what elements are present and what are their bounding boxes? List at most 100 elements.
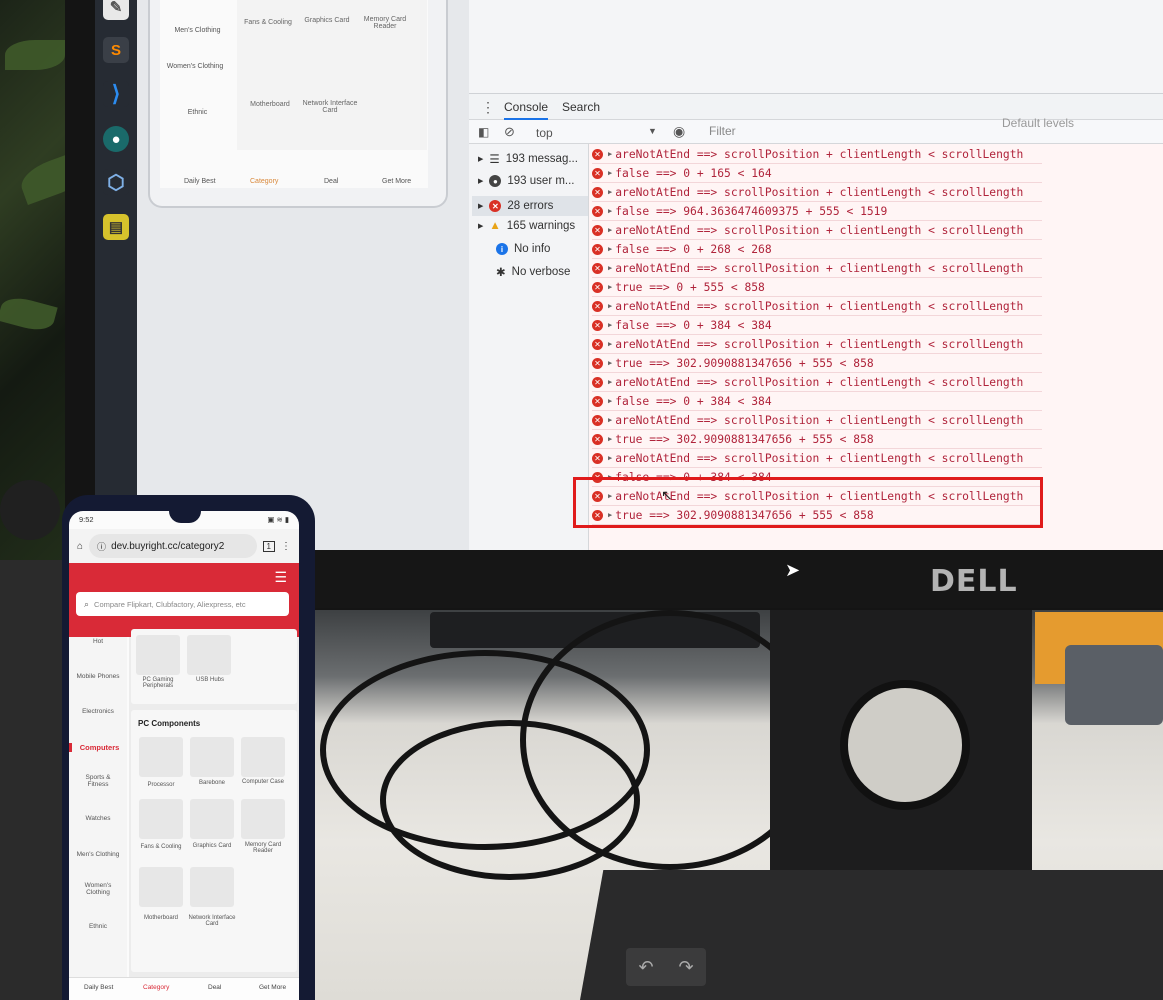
- text-editor-icon[interactable]: ✎: [103, 0, 129, 20]
- more-options-icon[interactable]: ⋮: [481, 99, 495, 116]
- console-log-line[interactable]: ✕ ▶ false ==> 0 + 268 < 268: [592, 240, 1042, 259]
- console-log-line[interactable]: ✕ ▶ true ==> 0 + 555 < 858: [592, 278, 1042, 297]
- grid-item-processor[interactable]: Processor: [136, 782, 186, 788]
- category-item-womens-clothing[interactable]: Women's Clothing: [69, 882, 127, 896]
- category-item-sports-fitness[interactable]: Sports & Fitness: [69, 774, 127, 788]
- console-log-line[interactable]: ✕ ▶ areNotAtEnd ==> scrollPosition + clien…: [592, 183, 1042, 202]
- nav-daily-best[interactable]: Daily Best: [84, 984, 113, 991]
- expand-triangle-icon[interactable]: ▶: [608, 397, 612, 405]
- hamburger-menu-icon[interactable]: ☰: [274, 569, 287, 586]
- nav-get-more[interactable]: Get More: [259, 984, 286, 991]
- grid-item-fans-cooling[interactable]: Fans & Cooling: [136, 844, 186, 850]
- sidebar-toggle-icon[interactable]: ◧: [478, 125, 489, 139]
- preview-nav-get-more[interactable]: Get More: [382, 178, 411, 185]
- console-log-line[interactable]: ✕ ▶ areNotAtEnd ==> scrollPosition + clien…: [592, 259, 1042, 278]
- grid-item-memory-card-reader[interactable]: Memory Card Reader: [238, 842, 288, 854]
- expand-triangle-icon[interactable]: ▶: [608, 321, 612, 329]
- sublime-icon[interactable]: S: [103, 37, 129, 63]
- expand-triangle-icon[interactable]: ▶: [608, 169, 612, 177]
- expand-triangle-icon[interactable]: ▶: [608, 435, 612, 443]
- preview-item[interactable]: Fans & Cooling: [236, 19, 300, 26]
- sidebar-item-verbose[interactable]: ✱ No verbose: [496, 265, 570, 279]
- context-select[interactable]: top: [536, 126, 553, 140]
- ruler-icon[interactable]: ▤: [103, 214, 129, 240]
- nav-category[interactable]: Category: [143, 984, 169, 991]
- chevron-down-icon[interactable]: ▼: [648, 126, 657, 136]
- sidebar-item-warnings[interactable]: ▶ ▲ 165 warnings: [478, 220, 575, 232]
- chevron-right-icon: ▶: [478, 223, 484, 230]
- category-item-mobile-phones[interactable]: Mobile Phones: [69, 673, 127, 680]
- tab-console[interactable]: Console: [504, 100, 549, 120]
- nav-deal[interactable]: Deal: [208, 984, 221, 991]
- clear-console-icon[interactable]: ⊘: [504, 124, 515, 140]
- category-item-mens-clothing[interactable]: Men's Clothing: [69, 851, 127, 858]
- expand-triangle-icon[interactable]: ▶: [608, 283, 612, 291]
- preview-item[interactable]: Graphics Card: [295, 17, 359, 24]
- console-log-text: true ==> 302.9090881347656 + 555 < 858: [615, 432, 874, 446]
- sidebar-item-info[interactable]: i No info: [496, 243, 550, 255]
- preview-category[interactable]: Men's Clothing: [160, 27, 235, 34]
- expand-triangle-icon[interactable]: ▶: [608, 226, 612, 234]
- expand-triangle-icon[interactable]: ▶: [608, 302, 612, 310]
- grid-item[interactable]: USB Hubs: [185, 677, 235, 683]
- chevron-right-icon: ▶: [478, 178, 484, 185]
- preview-category[interactable]: Women's Clothing: [160, 63, 230, 70]
- grid-item[interactable]: PC Gaming Peripherals: [133, 677, 183, 689]
- eye-icon[interactable]: ◉: [673, 123, 685, 140]
- console-log-line[interactable]: ✕ ▶ areNotAtEnd ==> scrollPosition + clien…: [592, 145, 1042, 164]
- expand-triangle-icon[interactable]: ▶: [608, 454, 612, 462]
- filter-input[interactable]: Filter: [709, 124, 736, 138]
- console-log-line[interactable]: ✕ ▶ areNotAtEnd ==> scrollPosition + clien…: [592, 449, 1042, 468]
- tab-count-button[interactable]: 1: [262, 540, 275, 552]
- console-log-line[interactable]: ✕ ▶ areNotAtEnd ==> scrollPosition + clien…: [592, 297, 1042, 316]
- expand-triangle-icon[interactable]: ▶: [608, 359, 612, 367]
- browser-menu-icon[interactable]: ⋮: [281, 541, 291, 552]
- expand-triangle-icon[interactable]: ▶: [608, 245, 612, 253]
- sidebar-item-errors[interactable]: ▶ ✕ 28 errors: [472, 196, 588, 216]
- expand-triangle-icon[interactable]: ▶: [608, 378, 612, 386]
- console-log-line[interactable]: ✕ ▶ areNotAtEnd ==> scrollPosition + clien…: [592, 221, 1042, 240]
- grid-item-computer-case[interactable]: Computer Case: [238, 779, 288, 785]
- expand-triangle-icon[interactable]: ▶: [608, 416, 612, 424]
- console-log-line[interactable]: ✕ ▶ true ==> 302.9090881347656 + 555 < 858: [592, 354, 1042, 373]
- console-log-line[interactable]: ✕ ▶ false ==> 964.3636474609375 + 555 < 15…: [592, 202, 1042, 221]
- grid-item-barebone[interactable]: Barebone: [187, 780, 237, 786]
- console-log-line[interactable]: ✕ ▶ areNotAtEnd ==> scrollPosition + clien…: [592, 373, 1042, 392]
- search-input[interactable]: ⌕ Compare Flipkart, Clubfactory, Aliexpr…: [76, 592, 289, 616]
- tab-search[interactable]: Search: [562, 100, 600, 114]
- expand-triangle-icon[interactable]: ▶: [608, 264, 612, 272]
- sidebar-item-user-messages[interactable]: ▶ ● 193 user m...: [478, 175, 575, 187]
- expand-triangle-icon[interactable]: ▶: [608, 188, 612, 196]
- preview-item[interactable]: Network Interface Card: [298, 100, 362, 114]
- preview-category[interactable]: Ethnic: [160, 109, 235, 116]
- grid-item-motherboard[interactable]: Motherboard: [136, 915, 186, 921]
- category-item-hot[interactable]: Hot: [69, 638, 127, 645]
- console-log-line[interactable]: ✕ ▶ areNotAtEnd ==> scrollPosition + clien…: [592, 411, 1042, 430]
- category-item-watches[interactable]: Watches: [69, 815, 127, 822]
- console-log-line[interactable]: ✕ ▶ false ==> 0 + 384 < 384: [592, 392, 1042, 411]
- gitkraken-icon[interactable]: ●: [103, 126, 129, 152]
- preview-nav-deal[interactable]: Deal: [324, 178, 338, 185]
- preview-nav-category[interactable]: Category: [250, 178, 278, 185]
- address-bar[interactable]: ⓘ dev.buyright.cc/category2: [89, 534, 257, 558]
- grid-item-network-interface-card[interactable]: Network Interface Card: [187, 915, 237, 927]
- console-log-line[interactable]: ✕ ▶ areNotAtEnd ==> scrollPosition + clien…: [592, 335, 1042, 354]
- virtualbox-icon[interactable]: ⬡: [103, 169, 129, 195]
- preview-nav-daily-best[interactable]: Daily Best: [184, 178, 216, 185]
- category-item-computers[interactable]: Computers: [69, 743, 127, 752]
- expand-triangle-icon[interactable]: ▶: [608, 207, 612, 215]
- home-icon[interactable]: ⌂: [77, 541, 83, 552]
- grid-item-graphics-card[interactable]: Graphics Card: [187, 843, 237, 849]
- category-item-electronics[interactable]: Electronics: [69, 708, 127, 715]
- category-item-ethnic[interactable]: Ethnic: [69, 923, 127, 930]
- console-log-line[interactable]: ✕ ▶ true ==> 302.9090881347656 + 555 < 858: [592, 430, 1042, 449]
- console-log-line[interactable]: ✕ ▶ false ==> 0 + 384 < 384: [592, 316, 1042, 335]
- preview-item[interactable]: Motherboard: [238, 101, 302, 108]
- expand-triangle-icon[interactable]: ▶: [608, 340, 612, 348]
- vscode-icon[interactable]: ⟩: [103, 81, 129, 107]
- sidebar-item-messages[interactable]: ▶ ☰ 193 messag...: [478, 152, 578, 166]
- log-levels-dropdown[interactable]: Default levels: [1002, 116, 1074, 130]
- preview-item[interactable]: Memory Card Reader: [356, 16, 414, 30]
- expand-triangle-icon[interactable]: ▶: [608, 150, 612, 158]
- console-log-line[interactable]: ✕ ▶ false ==> 0 + 165 < 164: [592, 164, 1042, 183]
